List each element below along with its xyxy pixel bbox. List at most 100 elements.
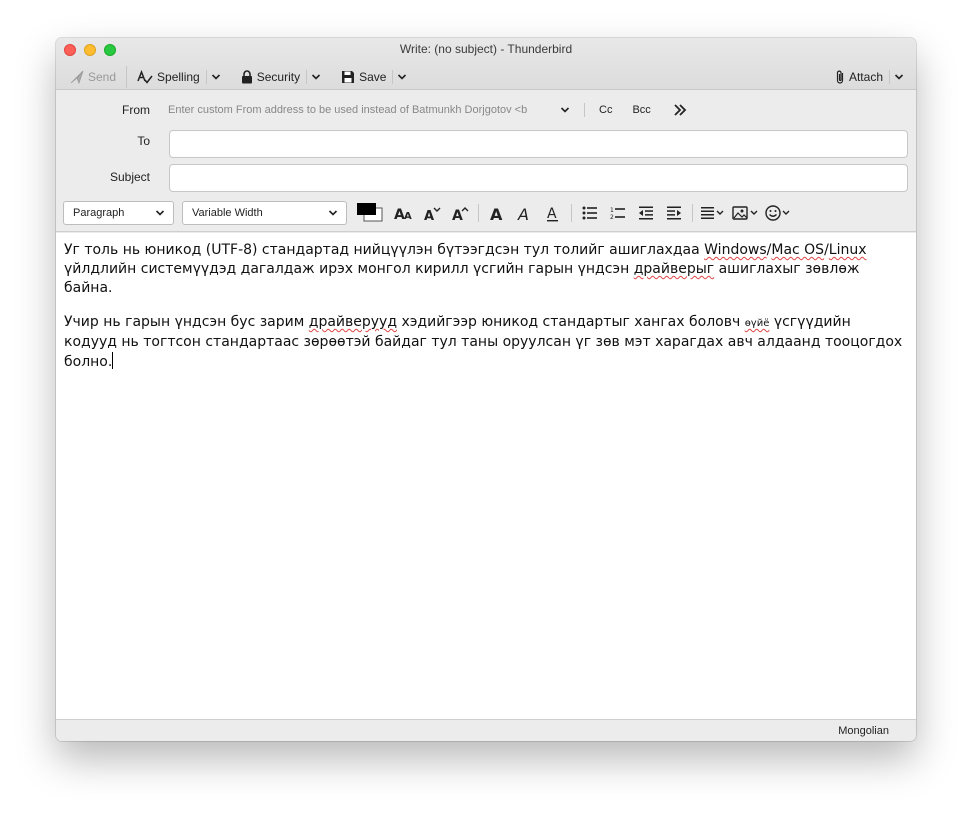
security-dropdown[interactable]: [307, 67, 325, 87]
message-body-editor[interactable]: Уг толь нь юникод (UTF-8) стандартад ний…: [56, 233, 916, 719]
insert-button[interactable]: [729, 201, 763, 225]
emoji-button[interactable]: [763, 201, 795, 225]
to-label: To: [137, 134, 150, 148]
spellcheck-language-indicator[interactable]: Mongolian: [838, 725, 889, 737]
larger-font-button[interactable]: A: [446, 201, 474, 225]
bullet-list-icon: [582, 206, 597, 220]
underline-button[interactable]: A: [539, 201, 567, 225]
format-toolbar: Paragraph Variable Width AA A A A A A 1 …: [63, 199, 908, 227]
misspelled-word: драйверыг: [633, 261, 715, 277]
italic-button[interactable]: A: [511, 201, 539, 225]
from-address-field[interactable]: Enter custom From address to be used ins…: [168, 104, 554, 116]
format-separator: [478, 204, 479, 222]
paragraph-format-select[interactable]: Paragraph: [63, 201, 174, 225]
bcc-button[interactable]: Bcc: [626, 100, 656, 120]
chevron-down-icon: [155, 210, 165, 216]
svg-text:A: A: [547, 206, 557, 222]
compose-window: Write: (no subject) - Thunderbird Send S…: [56, 38, 916, 741]
color-swatch-icon: [357, 203, 383, 222]
svg-text:A: A: [424, 209, 434, 221]
save-button[interactable]: Save: [335, 67, 392, 87]
misspelled-word: Linux: [828, 242, 867, 258]
indent-icon: [667, 206, 681, 220]
save-dropdown[interactable]: [393, 67, 411, 87]
compose-toolbar: Send Spelling Security Save Attach: [64, 66, 908, 88]
paperclip-icon: [836, 70, 844, 84]
misspelled-word: драйверууд: [308, 314, 398, 330]
body-paragraph: Уг толь нь юникод (UTF-8) стандартад ний…: [64, 241, 908, 298]
chevron-down-icon: [211, 74, 220, 80]
send-label: Send: [88, 70, 117, 84]
italic-icon: A: [517, 205, 529, 221]
cc-button[interactable]: Cc: [593, 100, 618, 120]
font-size-icon: AA: [394, 207, 412, 221]
font-family-value: Variable Width: [192, 207, 263, 219]
spelling-label: Spelling: [157, 70, 200, 84]
double-chevron-right-icon: [674, 104, 687, 116]
misspelled-word: Windows: [704, 242, 767, 258]
image-icon: [732, 206, 758, 220]
save-label: Save: [359, 70, 387, 84]
numbered-list-button[interactable]: 12: [604, 201, 632, 225]
shrink-font-button[interactable]: AA: [390, 201, 418, 225]
misspelled-word: өүйё: [744, 318, 770, 329]
security-label: Security: [256, 70, 301, 84]
chevron-down-icon: [312, 74, 321, 80]
bullet-list-button[interactable]: [576, 201, 604, 225]
body-paragraph: Учир нь гарын үндсэн бус зарим драйверуу…: [64, 313, 908, 372]
svg-text:2: 2: [610, 214, 614, 220]
header-separator: [584, 103, 585, 117]
save-icon: [342, 71, 355, 83]
svg-text:A: A: [490, 205, 503, 221]
body-text: Уг толь нь юникод (UTF-8) стандартад ний…: [64, 242, 705, 258]
attach-dropdown[interactable]: [890, 67, 908, 87]
lock-icon: [241, 70, 252, 84]
bold-button[interactable]: A: [483, 201, 511, 225]
spelling-dropdown[interactable]: [207, 67, 225, 87]
chevron-down-icon: [894, 74, 904, 80]
body-text: үйлдлийн системүүдэд дагалдаж ирэх монго…: [64, 261, 634, 277]
chevron-down-icon: [398, 74, 407, 80]
svg-text:A: A: [452, 208, 463, 221]
send-button[interactable]: Send: [64, 67, 122, 87]
subject-label: Subject: [109, 170, 150, 184]
spelling-button[interactable]: Spelling: [131, 67, 206, 87]
chevron-down-icon: [328, 210, 338, 216]
font-family-select[interactable]: Variable Width: [182, 201, 347, 225]
indent-button[interactable]: [660, 201, 688, 225]
paragraph-format-value: Paragraph: [73, 207, 125, 219]
from-row: From Enter custom From address to be use…: [56, 100, 916, 120]
subject-input[interactable]: [169, 164, 908, 192]
outdent-icon: [639, 206, 653, 220]
spelling-icon: [137, 70, 153, 84]
format-separator: [571, 204, 572, 222]
align-button[interactable]: [697, 201, 729, 225]
attach-label: Attach: [848, 70, 883, 84]
font-smaller-icon: A: [424, 207, 441, 221]
numbered-list-icon: 12: [610, 207, 625, 220]
attach-button[interactable]: Attach: [829, 67, 889, 87]
more-fields-button[interactable]: [667, 100, 693, 120]
outdent-button[interactable]: [632, 201, 660, 225]
from-dropdown[interactable]: [556, 100, 574, 120]
svg-text:A: A: [517, 205, 529, 221]
status-bar: Mongolian: [56, 719, 916, 741]
security-button[interactable]: Security: [235, 67, 306, 87]
title-bar: Write: (no subject) - Thunderbird Send S…: [56, 38, 916, 90]
smaller-font-button[interactable]: A: [418, 201, 446, 225]
align-left-icon: [701, 207, 724, 219]
bold-icon: A: [490, 205, 503, 221]
body-text: хэдийгээр юникод стандартыг хангах болов…: [397, 314, 745, 330]
body-text: Учир нь гарын үндсэн бус зарим: [64, 314, 309, 330]
svg-text:A: A: [404, 211, 412, 221]
underline-icon: A: [547, 206, 558, 222]
text-caret: [112, 352, 114, 369]
font-larger-icon: A: [452, 207, 469, 221]
message-header: From Enter custom From address to be use…: [56, 91, 916, 232]
misspelled-word: Mac OS: [771, 242, 825, 258]
to-input[interactable]: [169, 130, 908, 158]
toolbar-separator: [126, 66, 128, 88]
send-icon: [70, 70, 84, 84]
text-color-button[interactable]: [356, 201, 384, 225]
smiley-icon: [765, 205, 790, 221]
